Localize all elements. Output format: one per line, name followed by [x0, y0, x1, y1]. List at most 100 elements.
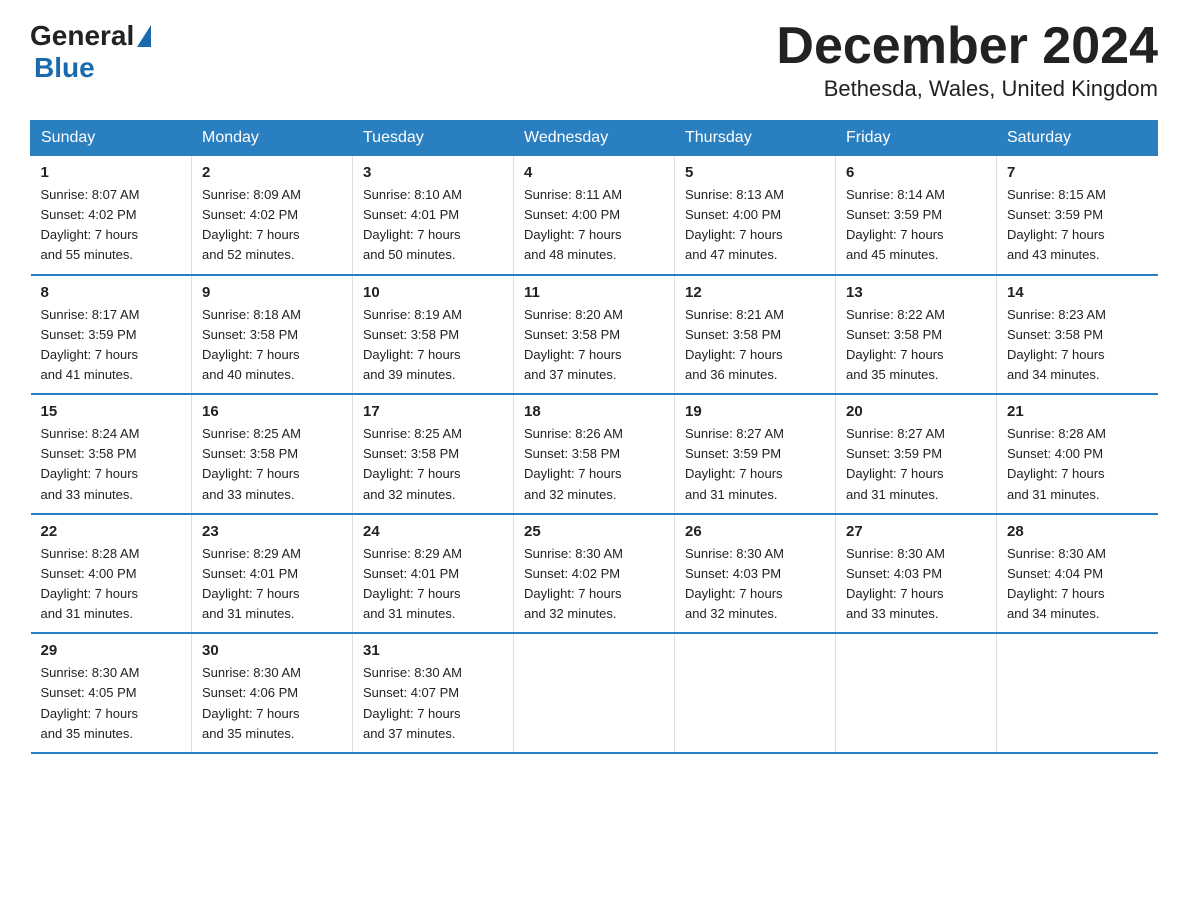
day-number: 24	[363, 523, 503, 540]
day-info: Sunrise: 8:21 AM Sunset: 3:58 PM Dayligh…	[685, 305, 825, 386]
day-info: Sunrise: 8:28 AM Sunset: 4:00 PM Dayligh…	[41, 544, 182, 625]
day-info: Sunrise: 8:26 AM Sunset: 3:58 PM Dayligh…	[524, 424, 664, 505]
day-number: 29	[41, 642, 182, 659]
calendar-week-row: 15 Sunrise: 8:24 AM Sunset: 3:58 PM Dayl…	[31, 394, 1158, 514]
day-number: 28	[1007, 523, 1148, 540]
day-info: Sunrise: 8:20 AM Sunset: 3:58 PM Dayligh…	[524, 305, 664, 386]
col-friday: Friday	[836, 121, 997, 156]
day-info: Sunrise: 8:13 AM Sunset: 4:00 PM Dayligh…	[685, 185, 825, 266]
day-info: Sunrise: 8:18 AM Sunset: 3:58 PM Dayligh…	[202, 305, 342, 386]
calendar-week-row: 1 Sunrise: 8:07 AM Sunset: 4:02 PM Dayli…	[31, 156, 1158, 275]
day-number: 16	[202, 403, 342, 420]
day-number: 12	[685, 284, 825, 301]
day-info: Sunrise: 8:25 AM Sunset: 3:58 PM Dayligh…	[202, 424, 342, 505]
table-row	[836, 633, 997, 753]
table-row: 5 Sunrise: 8:13 AM Sunset: 4:00 PM Dayli…	[675, 156, 836, 275]
day-number: 18	[524, 403, 664, 420]
col-saturday: Saturday	[997, 121, 1158, 156]
table-row: 22 Sunrise: 8:28 AM Sunset: 4:00 PM Dayl…	[31, 514, 192, 634]
table-row	[997, 633, 1158, 753]
table-row: 28 Sunrise: 8:30 AM Sunset: 4:04 PM Dayl…	[997, 514, 1158, 634]
day-number: 9	[202, 284, 342, 301]
day-number: 20	[846, 403, 986, 420]
day-info: Sunrise: 8:22 AM Sunset: 3:58 PM Dayligh…	[846, 305, 986, 386]
logo-blue-text: Blue	[34, 52, 95, 83]
day-number: 7	[1007, 164, 1148, 181]
location-subtitle: Bethesda, Wales, United Kingdom	[776, 76, 1158, 102]
table-row: 24 Sunrise: 8:29 AM Sunset: 4:01 PM Dayl…	[353, 514, 514, 634]
day-info: Sunrise: 8:23 AM Sunset: 3:58 PM Dayligh…	[1007, 305, 1148, 386]
day-info: Sunrise: 8:10 AM Sunset: 4:01 PM Dayligh…	[363, 185, 503, 266]
day-number: 11	[524, 284, 664, 301]
table-row: 19 Sunrise: 8:27 AM Sunset: 3:59 PM Dayl…	[675, 394, 836, 514]
day-info: Sunrise: 8:30 AM Sunset: 4:06 PM Dayligh…	[202, 663, 342, 744]
table-row: 29 Sunrise: 8:30 AM Sunset: 4:05 PM Dayl…	[31, 633, 192, 753]
col-sunday: Sunday	[31, 121, 192, 156]
table-row: 1 Sunrise: 8:07 AM Sunset: 4:02 PM Dayli…	[31, 156, 192, 275]
table-row: 4 Sunrise: 8:11 AM Sunset: 4:00 PM Dayli…	[514, 156, 675, 275]
day-number: 8	[41, 284, 182, 301]
day-number: 19	[685, 403, 825, 420]
table-row: 9 Sunrise: 8:18 AM Sunset: 3:58 PM Dayli…	[192, 275, 353, 395]
day-info: Sunrise: 8:29 AM Sunset: 4:01 PM Dayligh…	[202, 544, 342, 625]
day-number: 30	[202, 642, 342, 659]
day-info: Sunrise: 8:27 AM Sunset: 3:59 PM Dayligh…	[685, 424, 825, 505]
logo-triangle-icon	[137, 25, 151, 47]
logo: General Blue	[30, 20, 154, 84]
table-row	[514, 633, 675, 753]
day-info: Sunrise: 8:19 AM Sunset: 3:58 PM Dayligh…	[363, 305, 503, 386]
table-row: 10 Sunrise: 8:19 AM Sunset: 3:58 PM Dayl…	[353, 275, 514, 395]
day-number: 25	[524, 523, 664, 540]
day-info: Sunrise: 8:30 AM Sunset: 4:02 PM Dayligh…	[524, 544, 664, 625]
table-row: 13 Sunrise: 8:22 AM Sunset: 3:58 PM Dayl…	[836, 275, 997, 395]
col-thursday: Thursday	[675, 121, 836, 156]
day-number: 22	[41, 523, 182, 540]
table-row: 18 Sunrise: 8:26 AM Sunset: 3:58 PM Dayl…	[514, 394, 675, 514]
day-number: 15	[41, 403, 182, 420]
calendar-week-row: 22 Sunrise: 8:28 AM Sunset: 4:00 PM Dayl…	[31, 514, 1158, 634]
day-info: Sunrise: 8:30 AM Sunset: 4:07 PM Dayligh…	[363, 663, 503, 744]
day-number: 3	[363, 164, 503, 181]
day-number: 4	[524, 164, 664, 181]
day-number: 26	[685, 523, 825, 540]
table-row: 23 Sunrise: 8:29 AM Sunset: 4:01 PM Dayl…	[192, 514, 353, 634]
title-area: December 2024 Bethesda, Wales, United Ki…	[776, 20, 1158, 102]
day-info: Sunrise: 8:11 AM Sunset: 4:00 PM Dayligh…	[524, 185, 664, 266]
day-info: Sunrise: 8:17 AM Sunset: 3:59 PM Dayligh…	[41, 305, 182, 386]
day-info: Sunrise: 8:14 AM Sunset: 3:59 PM Dayligh…	[846, 185, 986, 266]
day-number: 27	[846, 523, 986, 540]
day-number: 1	[41, 164, 182, 181]
col-wednesday: Wednesday	[514, 121, 675, 156]
table-row: 30 Sunrise: 8:30 AM Sunset: 4:06 PM Dayl…	[192, 633, 353, 753]
table-row: 14 Sunrise: 8:23 AM Sunset: 3:58 PM Dayl…	[997, 275, 1158, 395]
table-row: 3 Sunrise: 8:10 AM Sunset: 4:01 PM Dayli…	[353, 156, 514, 275]
day-number: 14	[1007, 284, 1148, 301]
table-row: 16 Sunrise: 8:25 AM Sunset: 3:58 PM Dayl…	[192, 394, 353, 514]
calendar-week-row: 29 Sunrise: 8:30 AM Sunset: 4:05 PM Dayl…	[31, 633, 1158, 753]
calendar-week-row: 8 Sunrise: 8:17 AM Sunset: 3:59 PM Dayli…	[31, 275, 1158, 395]
table-row: 2 Sunrise: 8:09 AM Sunset: 4:02 PM Dayli…	[192, 156, 353, 275]
table-row	[675, 633, 836, 753]
day-number: 31	[363, 642, 503, 659]
day-number: 6	[846, 164, 986, 181]
day-info: Sunrise: 8:25 AM Sunset: 3:58 PM Dayligh…	[363, 424, 503, 505]
day-info: Sunrise: 8:24 AM Sunset: 3:58 PM Dayligh…	[41, 424, 182, 505]
day-info: Sunrise: 8:29 AM Sunset: 4:01 PM Dayligh…	[363, 544, 503, 625]
col-tuesday: Tuesday	[353, 121, 514, 156]
table-row: 6 Sunrise: 8:14 AM Sunset: 3:59 PM Dayli…	[836, 156, 997, 275]
logo-general-text: General	[30, 20, 134, 52]
day-info: Sunrise: 8:09 AM Sunset: 4:02 PM Dayligh…	[202, 185, 342, 266]
table-row: 12 Sunrise: 8:21 AM Sunset: 3:58 PM Dayl…	[675, 275, 836, 395]
day-info: Sunrise: 8:30 AM Sunset: 4:03 PM Dayligh…	[685, 544, 825, 625]
day-info: Sunrise: 8:15 AM Sunset: 3:59 PM Dayligh…	[1007, 185, 1148, 266]
table-row: 17 Sunrise: 8:25 AM Sunset: 3:58 PM Dayl…	[353, 394, 514, 514]
page-header: General Blue December 2024 Bethesda, Wal…	[30, 20, 1158, 102]
table-row: 7 Sunrise: 8:15 AM Sunset: 3:59 PM Dayli…	[997, 156, 1158, 275]
table-row: 15 Sunrise: 8:24 AM Sunset: 3:58 PM Dayl…	[31, 394, 192, 514]
table-row: 31 Sunrise: 8:30 AM Sunset: 4:07 PM Dayl…	[353, 633, 514, 753]
day-number: 23	[202, 523, 342, 540]
day-info: Sunrise: 8:27 AM Sunset: 3:59 PM Dayligh…	[846, 424, 986, 505]
day-number: 13	[846, 284, 986, 301]
day-number: 10	[363, 284, 503, 301]
table-row: 26 Sunrise: 8:30 AM Sunset: 4:03 PM Dayl…	[675, 514, 836, 634]
